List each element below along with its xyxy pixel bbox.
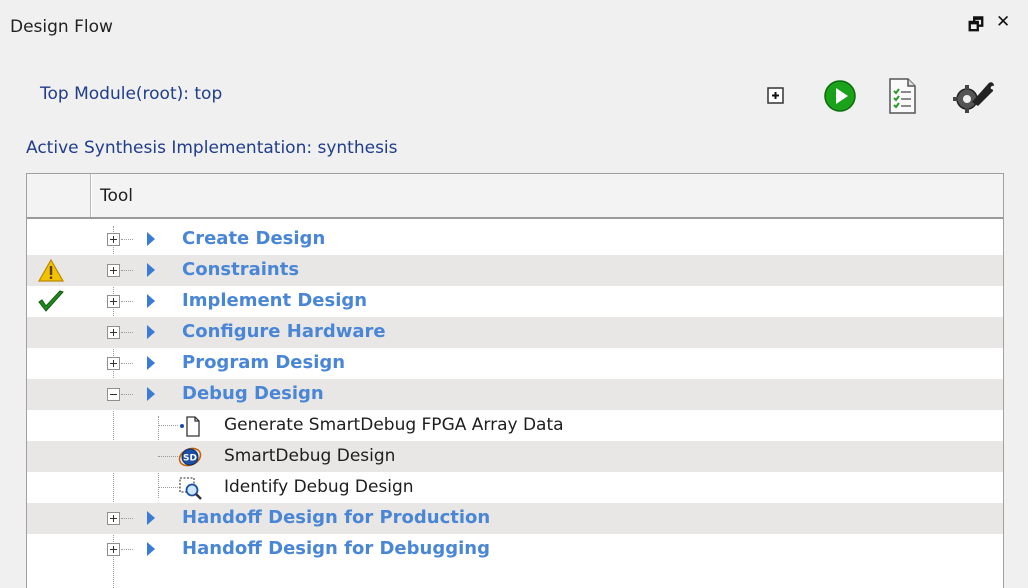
tool-column-header[interactable]: Tool [91, 174, 1003, 217]
tree-connector [121, 394, 133, 395]
tree-row-handoff-debugging[interactable]: Handoff Design for Debugging [27, 534, 1003, 565]
close-panel-button[interactable]: ✕ [996, 12, 1010, 32]
active-synthesis-label[interactable]: Active Synthesis Implementation: synthes… [26, 138, 398, 158]
tree-connector [158, 425, 178, 426]
group-label[interactable]: Program Design [182, 352, 345, 373]
tree-row-program-design[interactable]: Program Design [27, 348, 1003, 379]
tree-row-smartdebug-design[interactable]: SD SmartDebug Design [27, 441, 1003, 472]
expand-toggle[interactable] [107, 543, 120, 556]
tree-row-constraints[interactable]: Constraints [27, 255, 1003, 286]
expand-toggle[interactable] [107, 326, 120, 339]
group-label[interactable]: Configure Hardware [182, 321, 386, 342]
checkmark-icon [38, 290, 64, 312]
run-icon[interactable] [822, 78, 858, 114]
tool-label[interactable]: Identify Debug Design [224, 477, 414, 497]
group-arrow-icon [147, 232, 155, 246]
tree-connector [121, 239, 133, 240]
tree-row-identify-debug-design[interactable]: Identify Debug Design [27, 472, 1003, 503]
group-label[interactable]: Debug Design [182, 383, 324, 404]
report-icon[interactable] [884, 78, 920, 114]
design-flow-tree: Tool Create Design Constraints Implement… [26, 173, 1004, 588]
tree-row-generate-smartdebug-data[interactable]: Generate SmartDebug FPGA Array Data [27, 410, 1003, 441]
expand-toggle[interactable] [107, 512, 120, 525]
tree-connector [121, 332, 133, 333]
expand-toggle[interactable] [107, 295, 120, 308]
identify-search-icon [179, 477, 202, 500]
tree-row-create-design[interactable]: Create Design [27, 224, 1003, 255]
group-label[interactable]: Implement Design [182, 290, 367, 311]
tree-connector [121, 363, 133, 364]
tree-row-configure-hardware[interactable]: Configure Hardware [27, 317, 1003, 348]
group-arrow-icon [147, 356, 155, 370]
settings-icon[interactable] [952, 78, 996, 114]
restore-window-button[interactable]: 🗗 [968, 12, 984, 41]
expand-all-icon[interactable] [758, 78, 794, 114]
panel-titlebar: Design Flow 🗗 ✕ [0, 0, 1028, 44]
group-label[interactable]: Constraints [182, 259, 299, 280]
group-label[interactable]: Create Design [182, 228, 325, 249]
svg-text:SD: SD [183, 454, 197, 464]
tree-row-handoff-production[interactable]: Handoff Design for Production [27, 503, 1003, 534]
smartdebug-icon: SD [178, 447, 202, 467]
tool-label[interactable]: Generate SmartDebug FPGA Array Data [224, 415, 564, 435]
expand-toggle[interactable] [107, 357, 120, 370]
group-arrow-icon [147, 294, 155, 308]
panel-title: Design Flow [10, 17, 113, 37]
group-arrow-icon [147, 542, 155, 556]
tree-connector [121, 549, 133, 550]
status-column-header[interactable] [27, 174, 91, 217]
group-label[interactable]: Handoff Design for Debugging [182, 538, 490, 559]
top-module-label[interactable]: Top Module(root): top [40, 84, 222, 104]
tree-connector [121, 270, 133, 271]
tree-row-implement-design[interactable]: Implement Design [27, 286, 1003, 317]
group-arrow-icon [147, 387, 155, 401]
group-arrow-icon [147, 325, 155, 339]
expand-toggle[interactable] [107, 233, 120, 246]
new-document-icon [180, 416, 200, 437]
tool-label[interactable]: SmartDebug Design [224, 446, 395, 466]
group-arrow-icon [147, 511, 155, 525]
tree-connector [121, 301, 133, 302]
tree-connector [121, 518, 133, 519]
grid-header: Tool [27, 174, 1003, 219]
tree-row-debug-design[interactable]: Debug Design [27, 379, 1003, 410]
group-arrow-icon [147, 263, 155, 277]
expand-toggle[interactable] [107, 264, 120, 277]
group-label[interactable]: Handoff Design for Production [182, 507, 490, 528]
collapse-toggle[interactable] [107, 388, 120, 401]
warning-icon [37, 258, 65, 282]
